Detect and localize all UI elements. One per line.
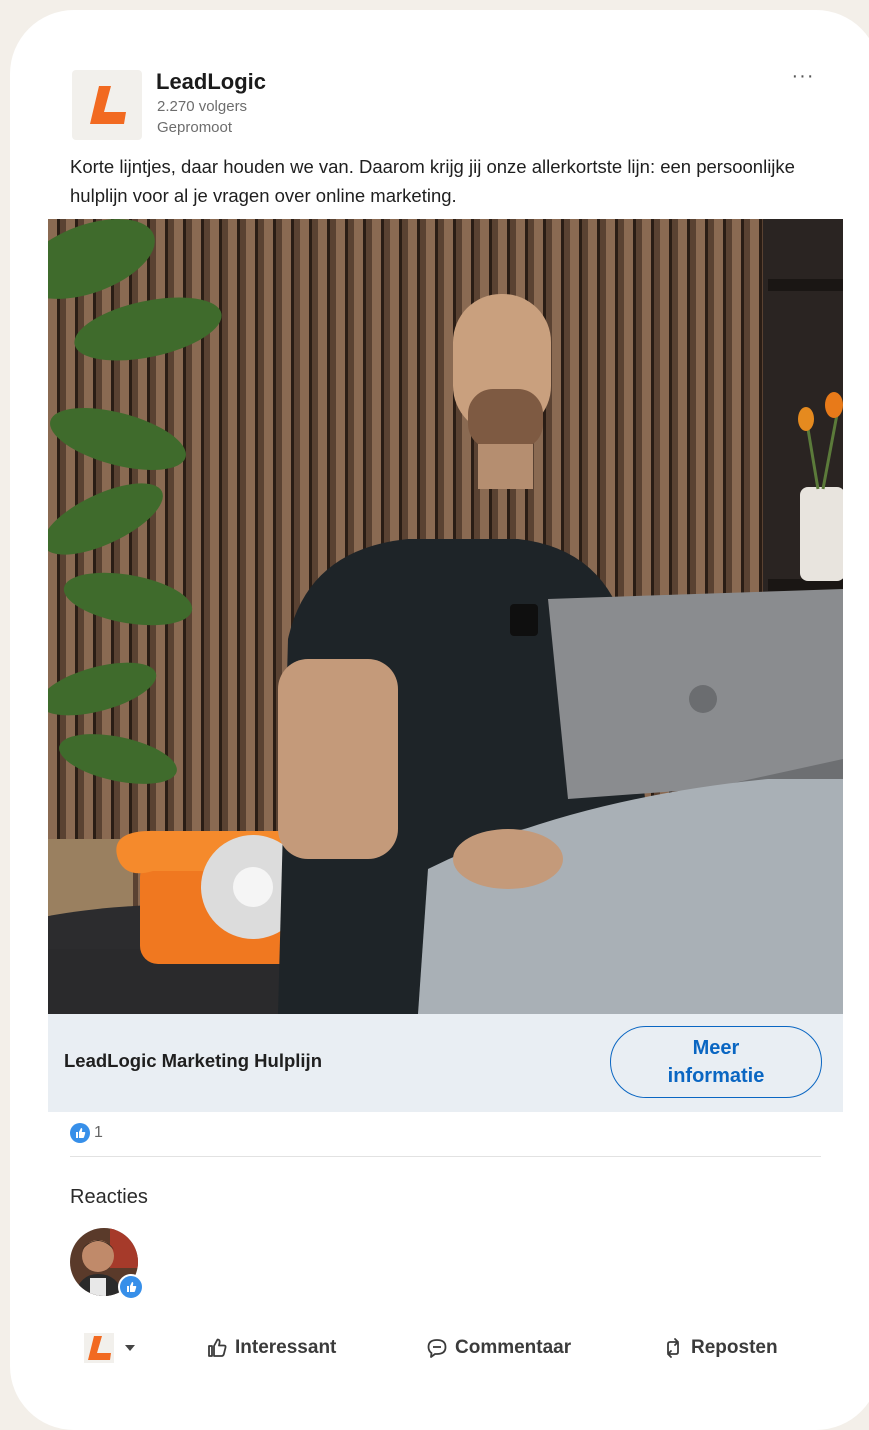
- repost-arrows-icon: [667, 1338, 679, 1358]
- comment-button[interactable]: Commentaar: [426, 1328, 571, 1368]
- follower-count: 2.270 volgers: [157, 98, 248, 115]
- reaction-identity-selector[interactable]: [84, 1328, 136, 1368]
- comment-button-label: Commentaar: [455, 1337, 572, 1358]
- more-options-icon[interactable]: ···: [788, 66, 818, 90]
- reaction-count: 1: [94, 1124, 103, 1141]
- company-logo[interactable]: [72, 70, 142, 140]
- cta-title[interactable]: LeadLogic Marketing Hulplijn: [64, 1050, 322, 1072]
- divider: [70, 1156, 821, 1157]
- leadlogic-logo-icon: [84, 1333, 114, 1363]
- cta-banner: LeadLogic Marketing Hulplijn Meer informa…: [48, 1014, 843, 1112]
- caret-down-icon: [125, 1345, 135, 1351]
- repost-button-label: Reposten: [691, 1337, 778, 1358]
- comment-bubble-icon: [427, 1339, 447, 1358]
- promoted-label: Gepromoot: [157, 119, 233, 136]
- avatar-like-badge-icon: [118, 1274, 144, 1300]
- like-reaction-icon: [70, 1123, 90, 1143]
- action-bar: Interessant Commentaar Reposten: [70, 1328, 840, 1368]
- company-name[interactable]: LeadLogic: [156, 69, 266, 95]
- post-video[interactable]: [48, 219, 843, 1014]
- more-info-button-label: Meer informatie: [667, 1037, 765, 1087]
- like-button[interactable]: Interessant: [206, 1328, 336, 1368]
- reaction-summary[interactable]: 1: [70, 1123, 103, 1143]
- sponsored-post-card: LeadLogic 2.270 volgers Gepromoot ··· Ko…: [10, 10, 869, 1430]
- comments-heading: Reacties: [70, 1186, 148, 1208]
- like-button-label: Interessant: [235, 1337, 337, 1358]
- thumbs-up-icon: [208, 1338, 227, 1357]
- more-info-button[interactable]: Meer informatie: [610, 1026, 822, 1098]
- repost-button[interactable]: Reposten: [662, 1328, 778, 1368]
- video-still-image: [48, 219, 843, 1014]
- post-body-text: Korte lijntjes, daar houden we van. Daar…: [70, 156, 795, 206]
- leadlogic-logo-icon: [90, 86, 126, 124]
